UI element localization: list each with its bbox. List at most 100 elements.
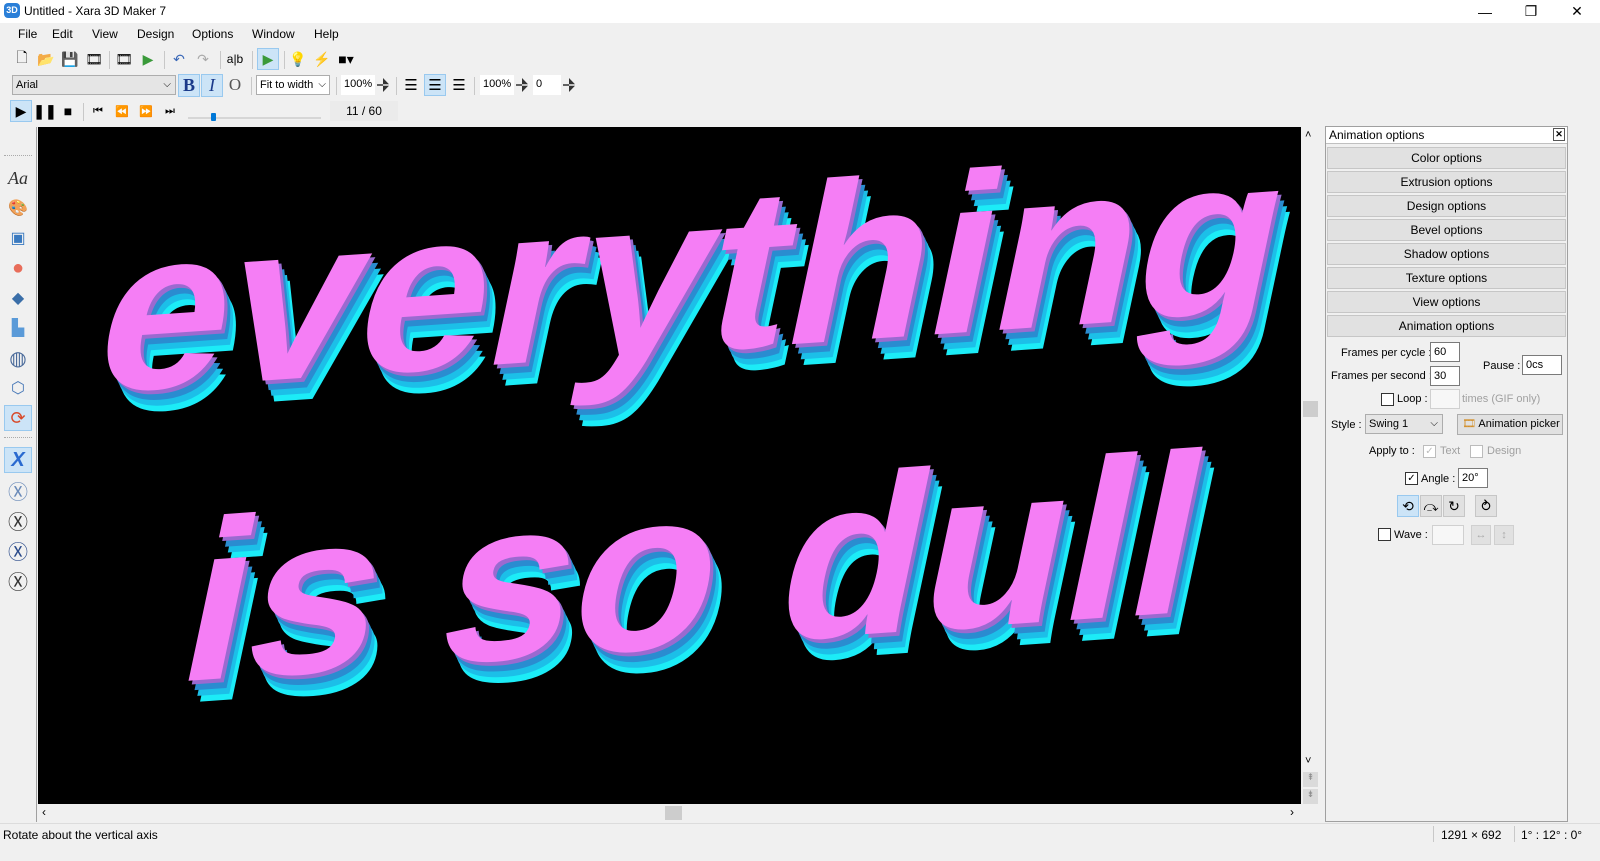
menu-options[interactable]: Options — [192, 27, 233, 41]
text-edit-icon[interactable]: a|b — [225, 49, 245, 69]
zoom-mode-select[interactable]: Fit to width ⌵ — [256, 75, 330, 95]
rewind-icon[interactable]: ⏪ — [112, 101, 132, 121]
char-spacing-spinner[interactable] — [516, 78, 528, 92]
bevel-options-button[interactable]: Bevel options — [1327, 219, 1566, 241]
menu-help[interactable]: Help — [314, 27, 339, 41]
rotate-vertical-axis-icon[interactable]: ⟲ — [1397, 495, 1419, 517]
first-frame-icon[interactable]: ⏮ — [88, 101, 108, 121]
char-spacing-field[interactable]: 100% — [480, 75, 514, 95]
restore-button[interactable]: ❐ — [1508, 0, 1554, 23]
horizontal-scroll-thumb[interactable] — [665, 806, 682, 820]
menu-window[interactable]: Window — [252, 27, 295, 41]
font-select[interactable]: Arial ⌵ — [12, 75, 176, 95]
color-options-tool-icon[interactable]: 🎨 — [4, 195, 32, 221]
apply-design-checkbox[interactable] — [1470, 445, 1483, 458]
zoom-in-icon[interactable]: ⇞ — [1303, 772, 1318, 787]
play-export-icon[interactable]: ▶ — [138, 49, 158, 69]
wave-checkbox[interactable] — [1378, 528, 1391, 541]
scroll-down-icon[interactable]: ˅ — [1305, 755, 1311, 767]
minimize-button[interactable]: — — [1462, 0, 1508, 23]
line-spacing-field[interactable]: 100% — [341, 75, 375, 95]
scroll-left-icon[interactable]: ‹ — [42, 805, 46, 819]
zoom-out-icon[interactable]: ⇟ — [1303, 789, 1318, 804]
extrusion-options-tool-icon[interactable]: ▣ — [4, 225, 32, 251]
rotate-x-tool-icon[interactable]: X — [4, 447, 32, 473]
apply-text-checkbox[interactable]: ✓ — [1423, 445, 1436, 458]
rotate-both-ways-icon[interactable]: ⥁ — [1475, 495, 1497, 517]
texture-options-tool-icon[interactable]: ◍ — [4, 345, 32, 371]
align-right-icon[interactable]: ☰ — [449, 75, 469, 95]
angle-checkbox[interactable]: ✓ — [1405, 472, 1418, 485]
vertical-scrollbar[interactable]: ˄ ˅ ⇞ ⇟ — [1301, 127, 1320, 822]
stop-icon[interactable]: ■ — [58, 101, 78, 121]
text-options-tool-icon[interactable]: Aa — [4, 165, 32, 191]
new-file-icon[interactable]: 🗋 — [12, 49, 32, 69]
export-animation-icon[interactable]: 🎞 — [84, 49, 104, 69]
menu-edit[interactable]: Edit — [52, 27, 73, 41]
menu-design[interactable]: Design — [137, 27, 174, 41]
open-file-icon[interactable]: 📂 — [36, 49, 56, 69]
view-options-tool-icon[interactable]: ⬡ — [4, 375, 32, 401]
effects-icon[interactable]: ⚡ — [312, 49, 332, 69]
pause-icon[interactable]: ❚❚ — [33, 101, 56, 121]
wave-horizontal-icon[interactable]: ↔ — [1471, 525, 1491, 545]
fast-forward-icon[interactable]: ⏩ — [136, 101, 156, 121]
close-button[interactable]: ✕ — [1554, 0, 1600, 23]
pause-input[interactable]: 0cs — [1522, 355, 1562, 375]
save-icon[interactable]: 💾 — [60, 49, 80, 69]
window-size-icon[interactable]: ■▾ — [336, 49, 356, 69]
scroll-up-icon[interactable]: ˄ — [1305, 129, 1311, 141]
frame-slider[interactable] — [188, 103, 321, 121]
loop-checkbox[interactable] — [1381, 393, 1394, 406]
slider-thumb[interactable] — [211, 113, 216, 121]
texture-options-button[interactable]: Texture options — [1327, 267, 1566, 289]
redo-icon[interactable]: ↷ — [193, 49, 213, 69]
word-spacing-field[interactable]: 0 — [533, 75, 561, 95]
frames-per-cycle-input[interactable]: 60 — [1430, 342, 1460, 362]
rotate-x-circle-2-tool-icon[interactable]: Ⓧ — [4, 507, 32, 534]
bevel-options-tool-icon[interactable]: ● — [4, 255, 32, 281]
menu-view[interactable]: View — [92, 27, 118, 41]
outline-button[interactable]: O — [225, 75, 245, 95]
loop-count-input[interactable] — [1430, 389, 1460, 409]
wave-vertical-icon[interactable]: ↕ — [1494, 525, 1514, 545]
line-spacing-spinner[interactable] — [377, 78, 389, 92]
extrusion-options-button[interactable]: Extrusion options — [1327, 171, 1566, 193]
rotate-depth-axis-icon[interactable]: ↻ — [1443, 495, 1465, 517]
word-spacing-spinner[interactable] — [563, 78, 575, 92]
last-frame-icon[interactable]: ⏭ — [160, 101, 180, 121]
style-select[interactable]: Swing 1 ⌵ — [1365, 414, 1443, 434]
shadow-options-button[interactable]: Shadow options — [1327, 243, 1566, 265]
frames-per-second-input[interactable]: 30 — [1430, 366, 1460, 386]
animation-toggle-icon[interactable]: ▶ — [257, 48, 279, 70]
scroll-right-icon[interactable]: › — [1290, 805, 1294, 819]
light-icon[interactable]: 💡 — [288, 49, 308, 69]
rotate-x-circle-4-tool-icon[interactable]: Ⓧ — [4, 567, 32, 594]
align-left-icon[interactable]: ☰ — [401, 75, 421, 95]
view-options-button[interactable]: View options — [1327, 291, 1566, 313]
menu-file[interactable]: File — [18, 27, 37, 41]
italic-button[interactable]: I — [201, 74, 223, 97]
align-center-icon[interactable]: ☰ — [424, 74, 446, 96]
animation-options-button[interactable]: Animation options — [1327, 315, 1566, 337]
vertical-scroll-thumb[interactable] — [1303, 401, 1318, 417]
play-icon[interactable]: ▶ — [10, 100, 32, 122]
horizontal-scrollbar[interactable]: ‹ › — [38, 804, 1301, 822]
rotate-x-circle-tool-icon[interactable]: Ⓧ — [4, 477, 32, 504]
design-options-tool-icon[interactable]: ◆ — [4, 285, 32, 311]
color-options-button[interactable]: Color options — [1327, 147, 1566, 169]
angle-input[interactable]: 20° — [1458, 468, 1488, 488]
3d-text-render[interactable]: everything everything everything everyth… — [38, 127, 1301, 804]
panel-close-icon[interactable]: ✕ — [1553, 128, 1565, 141]
animation-picker-button[interactable]: 🎞 Animation picker — [1457, 414, 1563, 435]
undo-icon[interactable]: ↶ — [169, 49, 189, 69]
design-options-button[interactable]: Design options — [1327, 195, 1566, 217]
animation-editor-icon[interactable]: 🎞 — [114, 49, 134, 69]
shadow-options-tool-icon[interactable]: ▙ — [4, 315, 32, 341]
rotate-horizontal-axis-icon[interactable]: ⤼ — [1420, 495, 1442, 517]
rotate-x-circle-3-tool-icon[interactable]: Ⓧ — [4, 537, 32, 564]
animation-options-tool-icon[interactable]: ⟳ — [4, 405, 32, 431]
canvas-viewport[interactable]: everything everything everything everyth… — [38, 127, 1301, 804]
wave-input[interactable] — [1432, 525, 1464, 545]
bold-button[interactable]: B — [178, 74, 200, 97]
